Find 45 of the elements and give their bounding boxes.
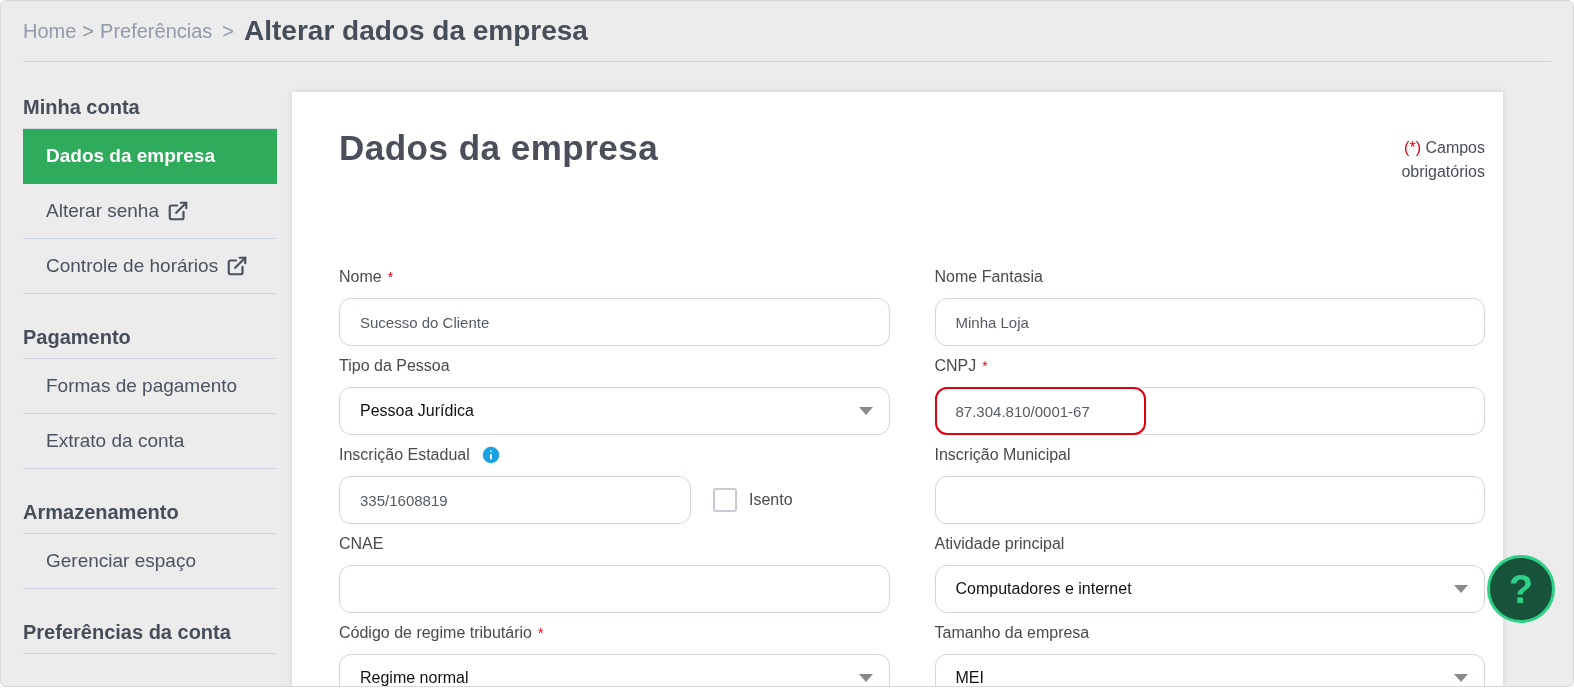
sidebar-heading: Preferências da conta xyxy=(23,620,232,643)
field-label: Tipo da Pessoa xyxy=(339,356,450,376)
field-label: Atividade principal xyxy=(934,534,1065,554)
field-label: Inscrição Municipal xyxy=(934,445,1071,465)
sidebar-item[interactable]: Controle de horários xyxy=(23,239,277,294)
sidebar-heading: Pagamento xyxy=(23,325,132,348)
caret-icon xyxy=(1454,585,1468,593)
sidebar-heading: Minha conta xyxy=(23,95,141,118)
sidebar-item[interactable]: Formas de pagamento xyxy=(23,359,277,414)
required-mark: * xyxy=(387,267,394,287)
select-field[interactable]: Pessoa Jurídica xyxy=(339,387,890,435)
input-field[interactable]: Minha Loja xyxy=(934,298,1485,346)
checkbox-label: Isento xyxy=(749,490,793,510)
required-mark: * xyxy=(538,623,544,643)
page-title: Alterar dados da empresa xyxy=(244,14,588,48)
info-icon[interactable] xyxy=(479,444,502,466)
field-label: Nome Fantasia xyxy=(934,267,1043,287)
input-field[interactable]: Sucesso do Cliente xyxy=(339,298,890,346)
input-field[interactable] xyxy=(339,565,890,613)
select-field[interactable]: Regime normal xyxy=(339,654,890,686)
sidebar-heading: Armazenamento xyxy=(23,500,180,523)
select-field[interactable]: MEI xyxy=(934,654,1485,686)
form-title: Dados da empresa xyxy=(339,127,659,169)
input-field[interactable]: 335/1608819 xyxy=(339,476,691,524)
required-note: (*) Campos obrigatórios xyxy=(1400,138,1485,182)
field-label: Inscrição Estadual xyxy=(339,445,470,465)
breadcrumb-separator: > xyxy=(82,19,95,44)
help-button[interactable]: ? xyxy=(1487,555,1555,623)
sidebar-item[interactable]: Gerenciar espaço xyxy=(23,534,277,589)
field-label: Tamanho da empresa xyxy=(934,623,1090,643)
required-mark: * xyxy=(982,356,988,376)
field-label: Código de regime tributário xyxy=(339,623,532,643)
breadcrumb-separator: > xyxy=(222,19,234,44)
sidebar-item[interactable]: Extrato da conta xyxy=(23,414,277,469)
caret-icon xyxy=(858,674,873,682)
checkbox[interactable] xyxy=(713,488,737,512)
input-field[interactable]: 87.304.810/0001-67 xyxy=(934,387,1485,435)
field-label: Nome xyxy=(339,267,382,287)
field-label: CNAE xyxy=(339,534,384,554)
input-field[interactable] xyxy=(934,476,1485,524)
caret-icon xyxy=(1454,674,1468,682)
caret-icon xyxy=(858,407,873,415)
sidebar-item[interactable]: Alterar senha xyxy=(23,184,277,239)
field-label: CNPJ xyxy=(934,356,977,376)
select-field[interactable]: Computadores e internet xyxy=(934,565,1485,613)
